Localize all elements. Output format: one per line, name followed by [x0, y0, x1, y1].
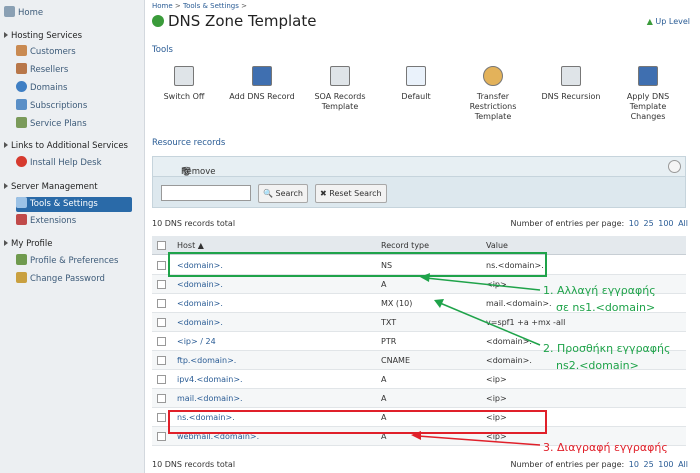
- arrow-change: [425, 277, 541, 291]
- annotation-add-line2: ns2.<domain>: [556, 359, 639, 372]
- annotation-add-line1: 2. Προσθήκη εγγραφής: [543, 342, 671, 355]
- arrow-head-change: [420, 273, 430, 282]
- arrow-delete: [417, 435, 541, 446]
- annotation-change-line2: σε ns1.<domain>: [556, 301, 656, 314]
- annotation-change-line1: 1. Αλλαγή εγγραφής: [543, 284, 656, 297]
- arrow-head-delete: [411, 431, 421, 440]
- annotation-arrows: [411, 273, 541, 446]
- arrow-add: [439, 302, 541, 346]
- annotation-delete: 3. Διαγραφή εγγραφής: [543, 441, 668, 454]
